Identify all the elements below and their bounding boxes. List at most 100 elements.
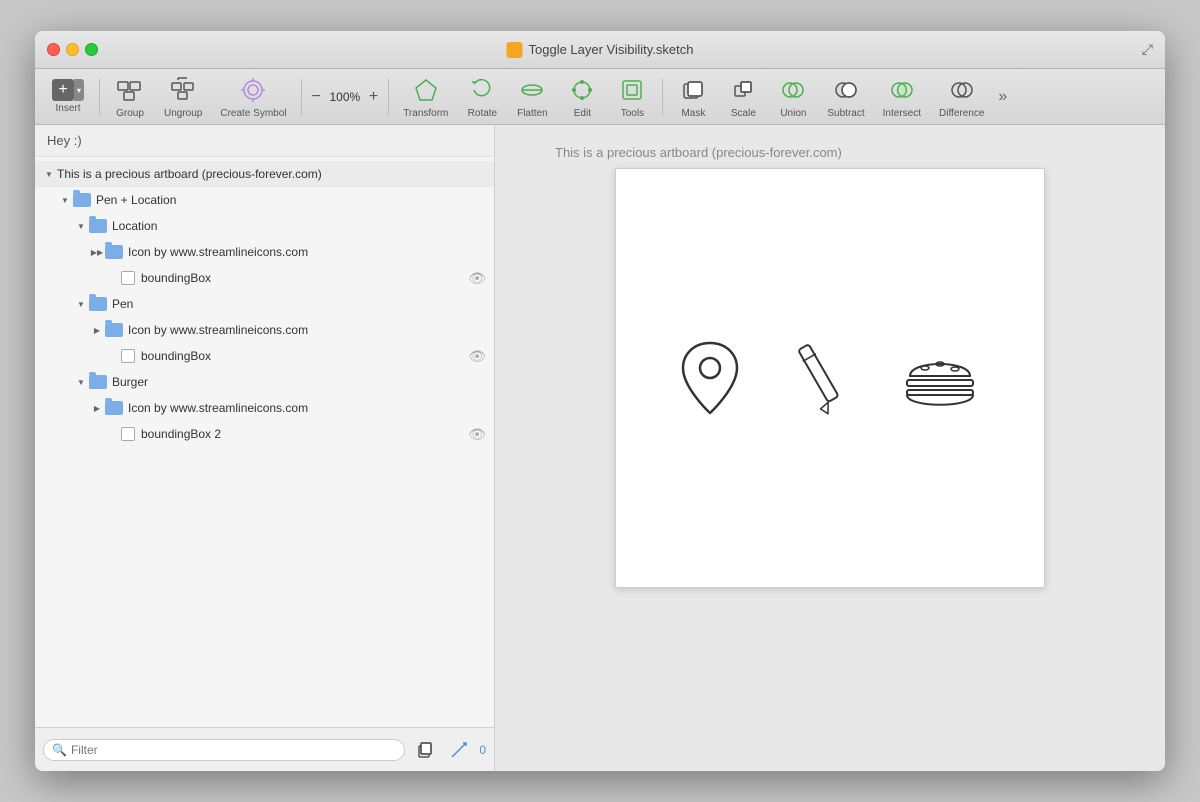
tools-label: Tools bbox=[621, 108, 644, 119]
traffic-lights bbox=[47, 43, 98, 56]
layer-item[interactable]: Pen + Location bbox=[35, 187, 494, 213]
ungroup-icon bbox=[167, 74, 199, 106]
layer-item[interactable]: ▶ Icon by www.streamlineicons.com bbox=[35, 395, 494, 421]
tools-button[interactable]: Tools bbox=[608, 70, 656, 123]
artboard-canvas-label: This is a precious artboard (precious-fo… bbox=[555, 145, 842, 160]
insert-button[interactable]: + ▾ Insert bbox=[43, 75, 93, 118]
layer-item[interactable]: Location bbox=[35, 213, 494, 239]
burger-icon-canvas bbox=[895, 338, 985, 418]
location-icon-canvas bbox=[675, 333, 745, 423]
layer-item[interactable]: ▶ Icon by www.streamlineicons.com bbox=[35, 239, 494, 265]
bounding-box2-checkbox[interactable] bbox=[121, 427, 135, 441]
union-label: Union bbox=[780, 108, 806, 119]
flatten-icon bbox=[516, 74, 548, 106]
icon-pen-collapse-icon[interactable]: ▶ bbox=[91, 324, 103, 336]
group-button[interactable]: Group bbox=[106, 70, 154, 123]
edit-button[interactable]: Edit bbox=[558, 70, 606, 123]
filter-input[interactable] bbox=[71, 743, 396, 757]
folder-icon bbox=[89, 219, 107, 233]
layer-item[interactable]: boundingBox 👁 bbox=[35, 265, 494, 291]
layer-item[interactable]: boundingBox 👁 bbox=[35, 343, 494, 369]
visibility-icon[interactable]: 👁 bbox=[468, 270, 486, 287]
icon-pen-name: Icon by www.streamlineicons.com bbox=[128, 323, 486, 337]
more-tools-button[interactable]: » bbox=[994, 84, 1011, 110]
intersect-label: Intersect bbox=[883, 108, 921, 119]
footer-count: 0 bbox=[479, 743, 486, 757]
zoom-value[interactable]: 100% bbox=[327, 90, 363, 104]
sidebar: Hey :) This is a precious artboard (prec… bbox=[35, 125, 495, 771]
pen-location-collapse-icon[interactable] bbox=[59, 194, 71, 206]
canvas-area[interactable]: This is a precious artboard (precious-fo… bbox=[495, 125, 1165, 771]
insert-plus-icon: + bbox=[52, 79, 74, 101]
icon-collapse-icon[interactable]: ▶ bbox=[91, 246, 103, 258]
burger-collapse-icon[interactable] bbox=[75, 376, 87, 388]
subtract-icon bbox=[830, 74, 862, 106]
transform-icon bbox=[410, 74, 442, 106]
create-symbol-button[interactable]: Create Symbol bbox=[212, 70, 294, 123]
ungroup-button[interactable]: Ungroup bbox=[156, 70, 210, 123]
difference-button[interactable]: Difference bbox=[931, 70, 992, 123]
layer-item[interactable]: boundingBox 2 👁 bbox=[35, 421, 494, 447]
close-button[interactable] bbox=[47, 43, 60, 56]
scale-button[interactable]: Scale bbox=[719, 70, 767, 123]
transform-button[interactable]: Transform bbox=[395, 70, 456, 123]
folder-icon bbox=[105, 401, 123, 415]
copy-layers-button[interactable] bbox=[411, 736, 439, 764]
expand-button[interactable]: ⤢ bbox=[1142, 41, 1153, 58]
layer-item[interactable]: Burger bbox=[35, 369, 494, 395]
scale-icon bbox=[727, 74, 759, 106]
intersect-icon bbox=[886, 74, 918, 106]
icon-location-name: Icon by www.streamlineicons.com bbox=[128, 245, 486, 259]
mask-button[interactable]: Mask bbox=[669, 70, 717, 123]
union-button[interactable]: Union bbox=[769, 70, 817, 123]
folder-icon bbox=[89, 297, 107, 311]
bounding-box2-burger-name: boundingBox 2 bbox=[141, 427, 468, 441]
bounding-box-checkbox[interactable] bbox=[121, 271, 135, 285]
visibility-burger-icon[interactable]: 👁 bbox=[468, 426, 486, 443]
flatten-button[interactable]: Flatten bbox=[508, 70, 556, 123]
insert-dropdown-arrow[interactable]: ▾ bbox=[74, 79, 84, 101]
minimize-button[interactable] bbox=[66, 43, 79, 56]
edit-icon bbox=[566, 74, 598, 106]
zoom-out-button[interactable]: − bbox=[308, 86, 325, 108]
app-window: Toggle Layer Visibility.sketch ⤢ + ▾ Ins… bbox=[35, 31, 1165, 771]
subtract-label: Subtract bbox=[827, 108, 864, 119]
insert-label: Insert bbox=[55, 103, 80, 114]
zoom-control: − 100% + bbox=[308, 86, 383, 108]
difference-label: Difference bbox=[939, 108, 984, 119]
edit-label: Edit bbox=[574, 108, 591, 119]
maximize-button[interactable] bbox=[85, 43, 98, 56]
create-symbol-label: Create Symbol bbox=[220, 108, 286, 119]
rotate-label: Rotate bbox=[468, 108, 497, 119]
visibility-pen-icon[interactable]: 👁 bbox=[468, 348, 486, 365]
group-label: Group bbox=[116, 108, 144, 119]
artboard-name: This is a precious artboard (precious-fo… bbox=[57, 167, 486, 181]
icon-burger-name: Icon by www.streamlineicons.com bbox=[128, 401, 486, 415]
edit-layers-button[interactable] bbox=[445, 736, 473, 764]
icon-burger-collapse-icon[interactable]: ▶ bbox=[91, 402, 103, 414]
subtract-button[interactable]: Subtract bbox=[819, 70, 872, 123]
pen-collapse-icon[interactable] bbox=[75, 298, 87, 310]
bounding-box-pen-checkbox[interactable] bbox=[121, 349, 135, 363]
rotate-button[interactable]: Rotate bbox=[458, 70, 506, 123]
toolbar-divider-3 bbox=[388, 79, 389, 115]
zoom-in-button[interactable]: + bbox=[365, 86, 382, 108]
layer-item[interactable]: Pen bbox=[35, 291, 494, 317]
folder-icon bbox=[105, 323, 123, 337]
bounding-box-pen-name: boundingBox bbox=[141, 349, 468, 363]
location-collapse-icon[interactable] bbox=[75, 220, 87, 232]
artboard-row[interactable]: This is a precious artboard (precious-fo… bbox=[35, 161, 494, 187]
flatten-label: Flatten bbox=[517, 108, 548, 119]
ungroup-label: Ungroup bbox=[164, 108, 202, 119]
intersect-button[interactable]: Intersect bbox=[875, 70, 929, 123]
folder-icon bbox=[89, 375, 107, 389]
toolbar-divider-1 bbox=[99, 79, 100, 115]
layer-tree: This is a precious artboard (precious-fo… bbox=[35, 157, 494, 727]
bounding-box-location-name: boundingBox bbox=[141, 271, 468, 285]
artboard-collapse-icon[interactable] bbox=[43, 168, 55, 180]
toolbar: + ▾ Insert Group bbox=[35, 69, 1165, 125]
transform-label: Transform bbox=[403, 108, 448, 119]
toolbar-divider-2 bbox=[301, 79, 302, 115]
pen-location-name: Pen + Location bbox=[96, 193, 486, 207]
layer-item[interactable]: ▶ Icon by www.streamlineicons.com bbox=[35, 317, 494, 343]
